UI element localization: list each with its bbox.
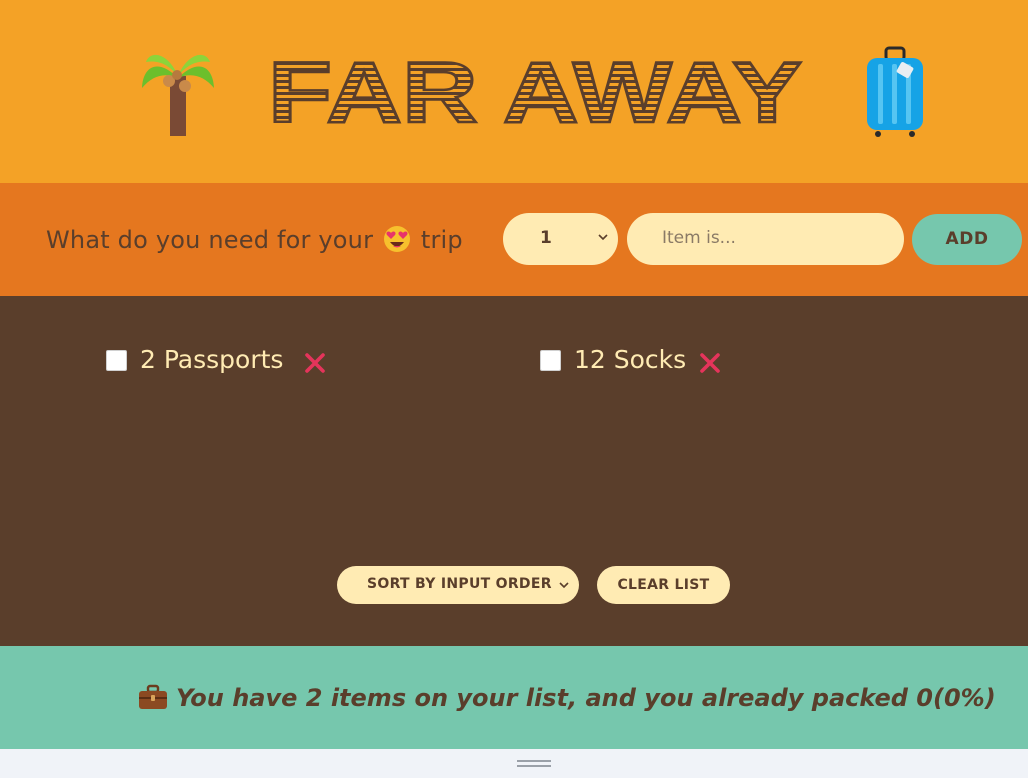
heart-eyes-emoji-icon <box>384 226 411 252</box>
list-item-label: 2 Passports <box>140 345 284 374</box>
bottom-bar <box>0 749 1028 778</box>
add-button[interactable]: ADD <box>912 214 1022 265</box>
sort-select[interactable]: SORT BY INPUT ORDER <box>337 566 579 604</box>
item-input[interactable]: Item is... <box>627 213 904 265</box>
list-item: 12 Socks <box>540 342 710 382</box>
chevron-down-icon <box>598 234 608 241</box>
luggage-icon <box>867 46 923 137</box>
app-title: FAR AWAY <box>268 44 803 134</box>
briefcase-icon <box>139 684 167 709</box>
delete-item-icon[interactable] <box>304 352 326 374</box>
packed-checkbox[interactable] <box>540 350 561 371</box>
quantity-value: 1 <box>540 228 552 248</box>
list-item-label: 12 Socks <box>574 345 687 374</box>
item-input-placeholder: Item is... <box>662 228 736 248</box>
delete-item-icon[interactable] <box>699 352 721 374</box>
app-title-text: FAR AWAY <box>268 45 802 134</box>
form-question: What do you need for your trip <box>46 222 463 258</box>
quantity-select[interactable]: 1 <box>503 213 618 265</box>
form-question-suffix: trip <box>420 226 463 254</box>
resize-handle-icon[interactable] <box>517 760 551 768</box>
list-item: 2 Passports <box>106 342 366 382</box>
chevron-down-icon <box>559 582 569 589</box>
packed-checkbox[interactable] <box>106 350 127 371</box>
clear-list-button[interactable]: CLEAR LIST <box>597 566 730 604</box>
sort-select-value: SORT BY INPUT ORDER <box>367 576 552 592</box>
stats-message: You have 2 items on your list, and you a… <box>138 680 996 716</box>
stats-text: You have 2 items on your list, and you a… <box>176 684 996 712</box>
palm-tree-icon <box>142 54 214 136</box>
form-question-prefix: What do you need for your <box>46 226 374 254</box>
